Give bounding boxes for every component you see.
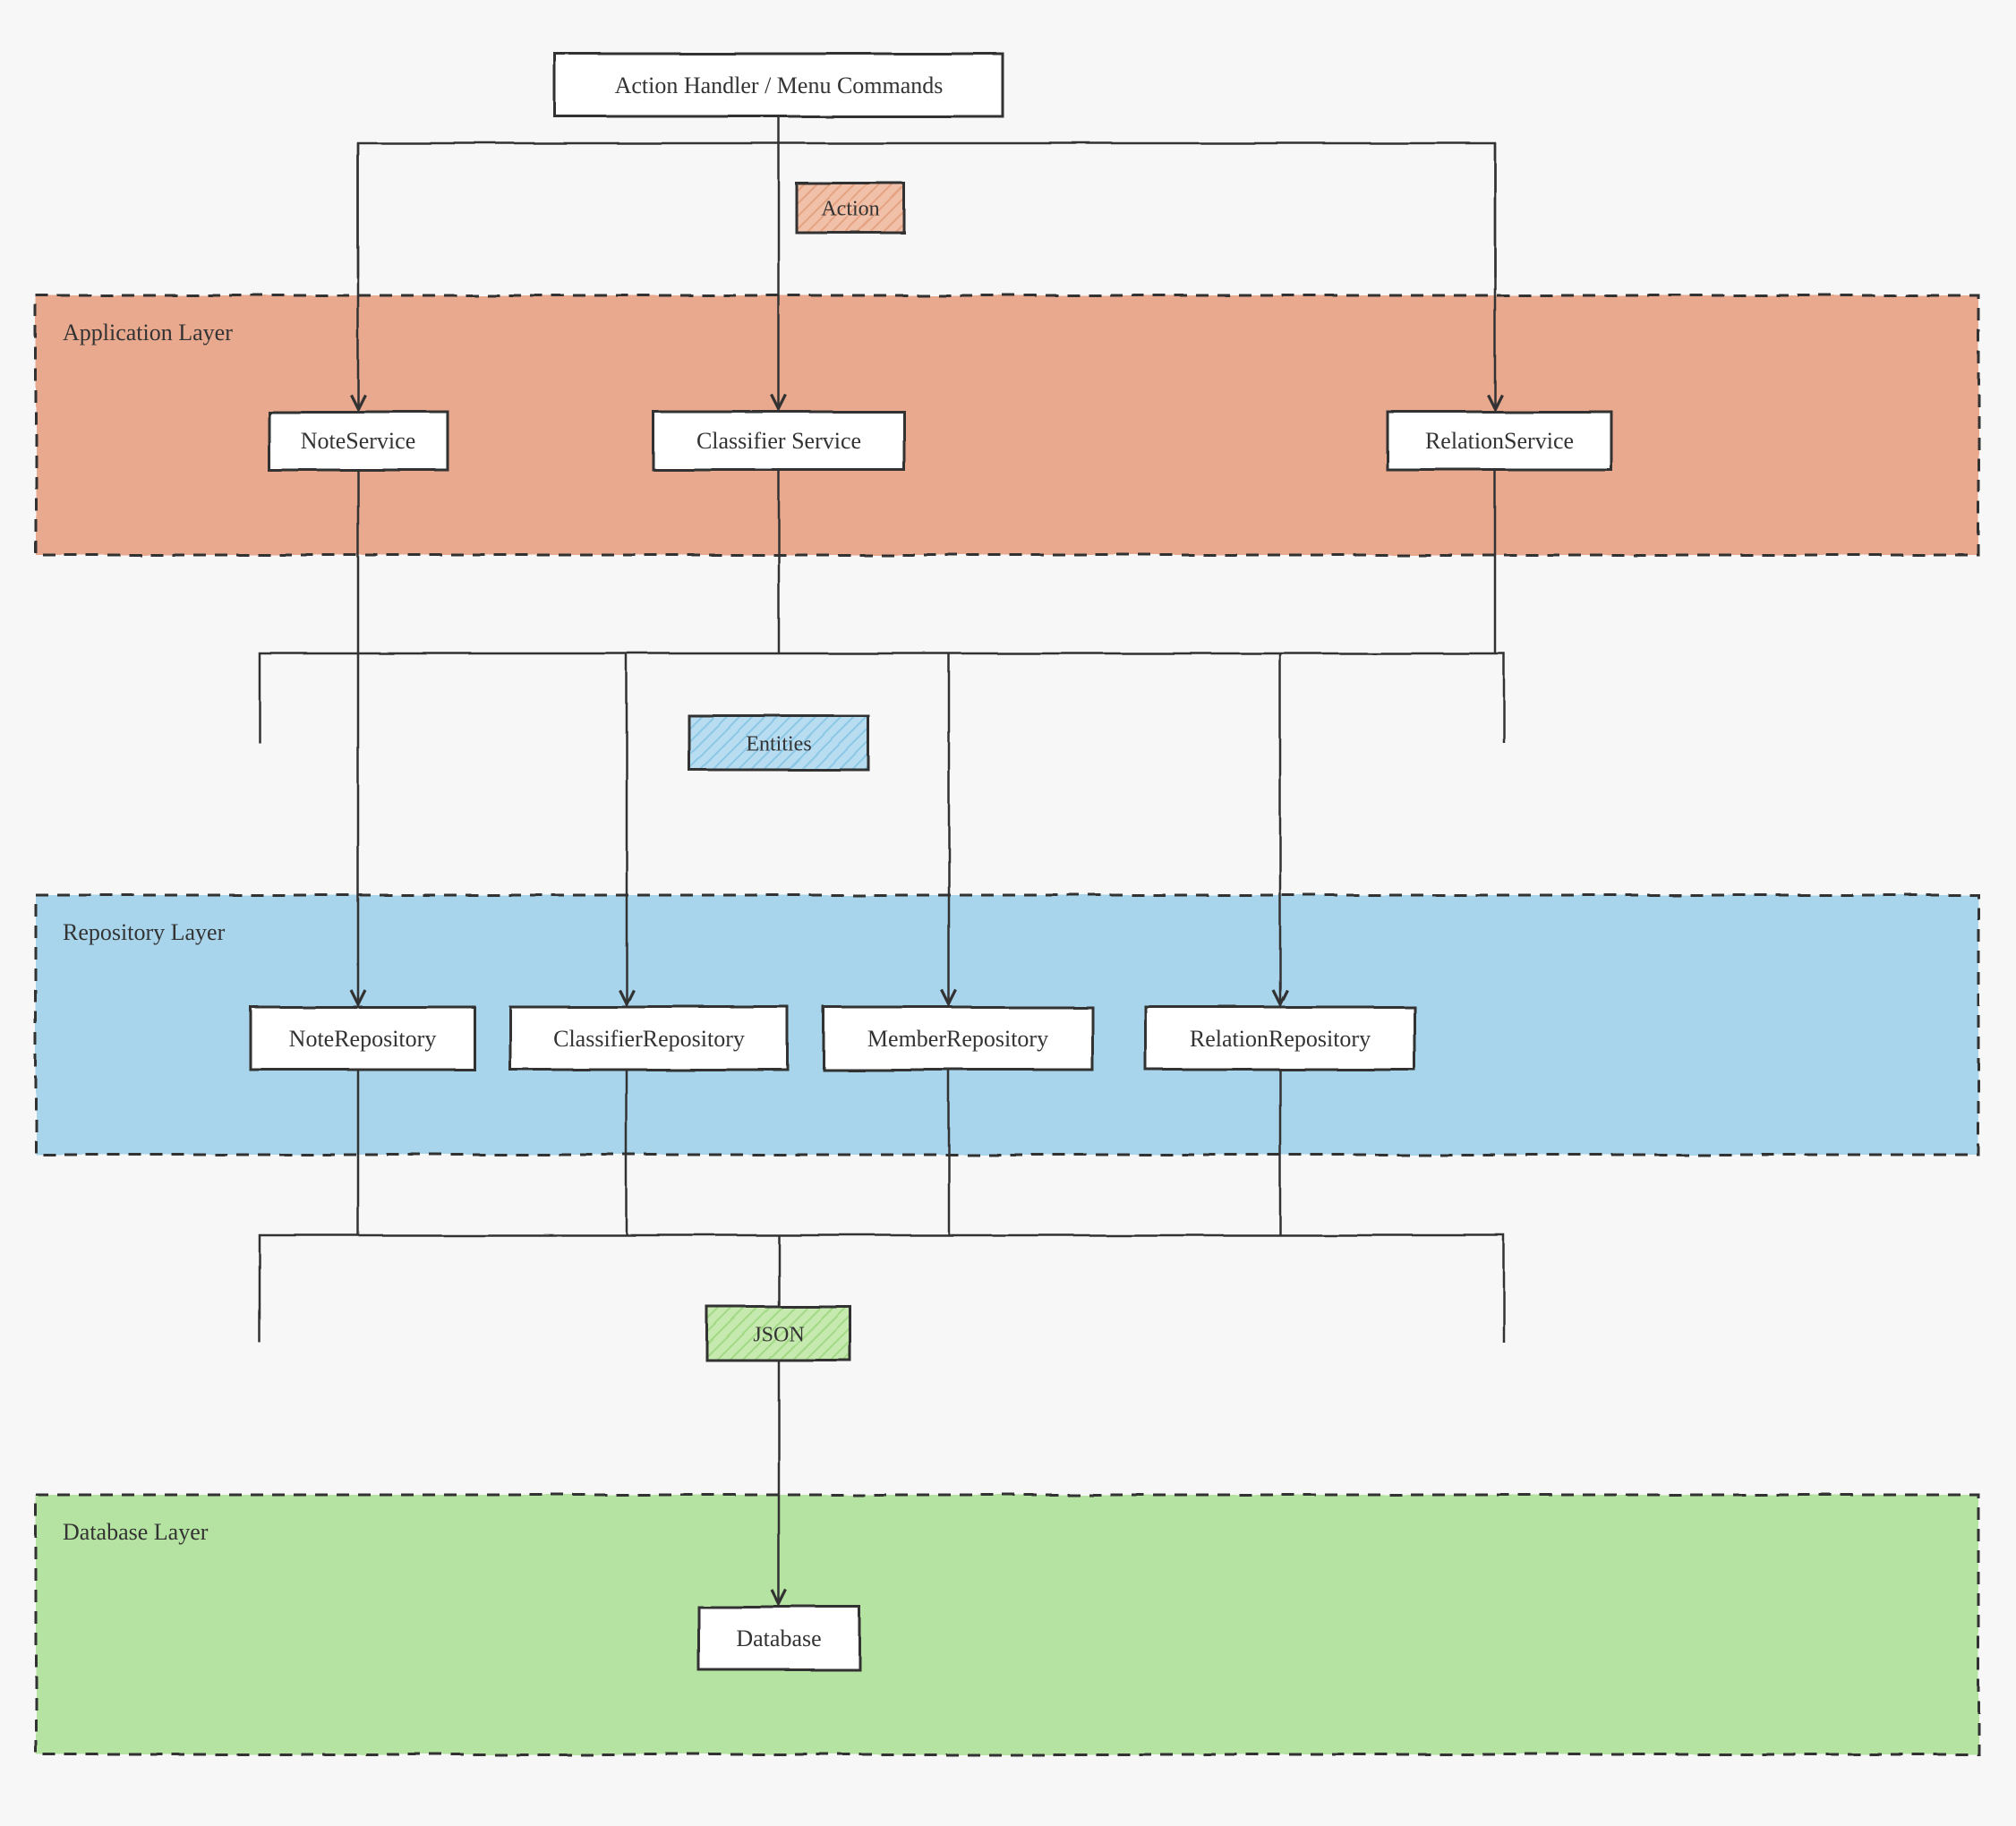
member-repository-box: MemberRepository: [824, 1007, 1092, 1070]
note-repository-box: NoteRepository: [251, 1007, 474, 1070]
action-tag-label: Action: [821, 198, 879, 221]
action-tag: Action: [797, 183, 904, 233]
entities-tag-label: Entities: [746, 733, 811, 756]
classifier-service-box: Classifier Service: [653, 412, 904, 470]
classifier-service-label: Classifier Service: [696, 428, 861, 454]
architecture-diagram: Application Layer Repository Layer Datab…: [0, 0, 2016, 1826]
database-label: Database: [736, 1625, 821, 1651]
relation-repository-box: RelationRepository: [1146, 1007, 1414, 1070]
json-tag-label: JSON: [753, 1324, 804, 1347]
classifier-repository-label: ClassifierRepository: [553, 1026, 745, 1052]
classifier-repository-box: ClassifierRepository: [510, 1007, 788, 1070]
relation-repository-label: RelationRepository: [1190, 1026, 1371, 1052]
relation-service-label: RelationService: [1425, 428, 1574, 454]
entities-tag: Entities: [689, 716, 868, 770]
application-layer-label: Application Layer: [63, 320, 233, 346]
member-repository-label: MemberRepository: [867, 1026, 1048, 1052]
note-repository-label: NoteRepository: [289, 1026, 437, 1052]
database-layer: Database Layer: [36, 1495, 1978, 1754]
action-handler-box: Action Handler / Menu Commands: [555, 54, 1003, 116]
note-service-label: NoteService: [301, 428, 416, 454]
note-service-box: NoteService: [269, 412, 448, 470]
database-layer-label: Database Layer: [63, 1519, 209, 1545]
json-tag: JSON: [707, 1307, 850, 1361]
relation-service-box: RelationService: [1388, 412, 1611, 470]
action-handler-label: Action Handler / Menu Commands: [615, 73, 944, 98]
database-box: Database: [698, 1607, 859, 1669]
repository-layer-label: Repository Layer: [63, 919, 226, 945]
